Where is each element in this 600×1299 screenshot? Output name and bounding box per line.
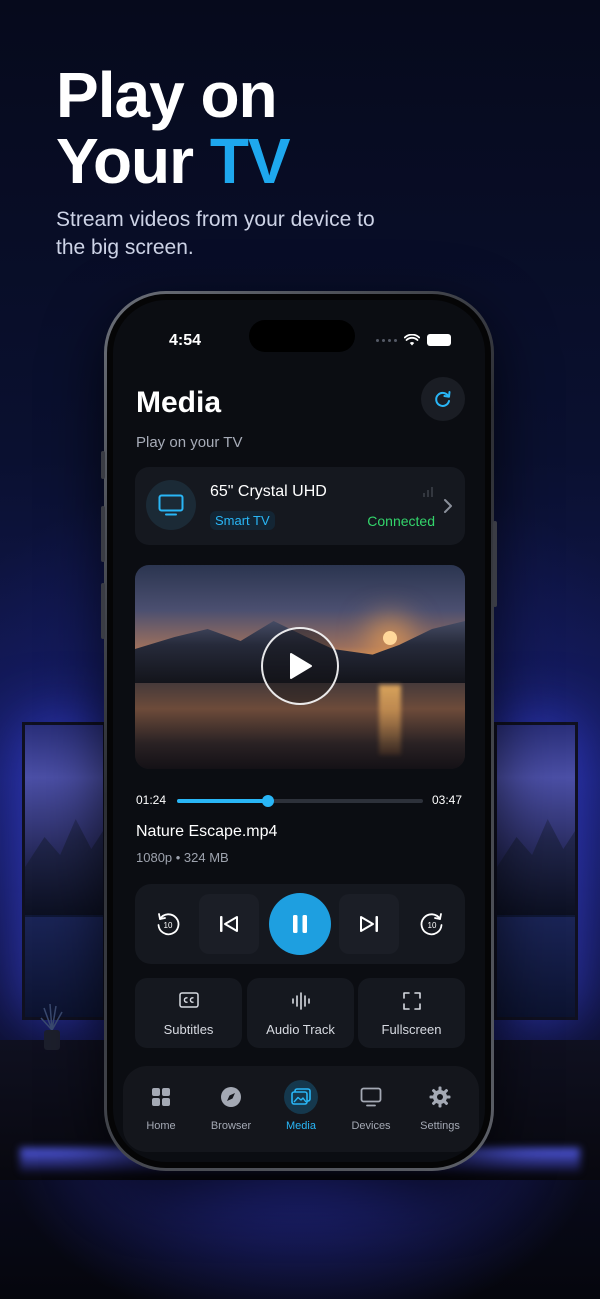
device-type-badge: Smart TV	[210, 511, 275, 530]
refresh-button[interactable]	[421, 377, 465, 421]
plant-icon	[40, 1003, 63, 1050]
pause-button[interactable]	[269, 893, 331, 955]
image-icon	[291, 1088, 311, 1105]
signal-bars-icon	[423, 487, 433, 497]
grid-icon	[152, 1088, 170, 1106]
monitor-icon	[360, 1087, 382, 1107]
rewind-10-button[interactable]: 10	[146, 902, 190, 946]
forward-10-button[interactable]: 10	[410, 902, 454, 946]
backdrop-tv-left	[22, 722, 106, 1020]
chevron-right-icon	[444, 499, 452, 513]
tab-home[interactable]: Home	[129, 1082, 193, 1132]
tv-icon	[158, 494, 184, 516]
compass-icon	[221, 1087, 241, 1107]
fullscreen-button[interactable]: Fullscreen	[358, 978, 465, 1048]
current-time: 01:24	[136, 793, 167, 807]
play-icon	[290, 653, 312, 679]
fullscreen-label: Fullscreen	[381, 1022, 442, 1037]
subtitles-label: Subtitles	[163, 1022, 214, 1037]
tab-settings[interactable]: Settings	[408, 1082, 472, 1132]
subtitles-button[interactable]: Subtitles	[135, 978, 242, 1048]
tab-settings-label: Settings	[420, 1120, 460, 1132]
device-icon-wrap	[146, 480, 196, 530]
battery-icon	[427, 334, 451, 346]
tab-devices-label: Devices	[351, 1120, 391, 1132]
dynamic-island	[249, 320, 355, 352]
refresh-icon	[435, 391, 451, 407]
hero-title: Play on Your TV	[56, 59, 291, 197]
tab-devices[interactable]: Devices	[339, 1082, 403, 1132]
audio-track-button[interactable]: Audio Track	[247, 978, 354, 1048]
backdrop-tv-right	[494, 722, 578, 1020]
total-time: 03:47	[431, 793, 462, 807]
forward-10-icon: 10	[420, 913, 443, 936]
progress-fill	[177, 799, 269, 803]
hero-title-accent: TV	[209, 125, 291, 197]
file-name: Nature Escape.mp4	[136, 823, 278, 840]
page-subtitle: Play on your TV	[136, 434, 243, 451]
fullscreen-icon	[402, 992, 421, 1010]
wifi-icon	[404, 334, 420, 346]
next-button[interactable]	[339, 894, 399, 954]
skip-next-icon	[360, 916, 378, 932]
cellular-dots-icon	[376, 338, 397, 342]
video-preview[interactable]	[135, 565, 465, 769]
progress-thumb[interactable]	[262, 795, 275, 807]
tab-browser-label: Browser	[210, 1120, 252, 1132]
tab-media[interactable]: Media	[269, 1080, 333, 1132]
audio-track-label: Audio Track	[266, 1022, 335, 1037]
tab-bar: Home Browser Media Devices Settings	[123, 1066, 479, 1152]
progress-slider[interactable]	[177, 795, 423, 807]
status-time: 4:54	[169, 332, 202, 349]
status-icons	[376, 334, 451, 346]
cc-icon	[178, 992, 199, 1008]
hero-title-plain: Your	[56, 125, 210, 197]
hero-title-line2: Your TV	[56, 125, 291, 197]
hero-title-line1: Play on	[56, 59, 278, 131]
tab-media-label: Media	[286, 1120, 316, 1132]
rewind-seconds-label: 10	[164, 921, 173, 930]
device-name: 65" Crystal UHD	[210, 483, 327, 500]
waveform-icon	[291, 992, 310, 1010]
tab-browser[interactable]: Browser	[199, 1082, 263, 1132]
gear-icon	[429, 1086, 451, 1108]
play-button[interactable]	[261, 627, 339, 705]
pause-icon	[293, 915, 307, 933]
device-status: Connected	[367, 513, 435, 529]
status-bar: 4:54	[113, 300, 485, 380]
hero-subtitle: Stream videos from your device to the bi…	[56, 208, 375, 259]
playback-controls: 10 10	[135, 884, 465, 964]
page-title: Media	[136, 386, 222, 419]
app-screen: 4:54 Media Play on your TV 65" Crystal U…	[107, 294, 491, 1168]
skip-previous-icon	[220, 916, 238, 932]
connected-device-card[interactable]: 65" Crystal UHD Smart TV Connected	[135, 467, 465, 545]
forward-seconds-label: 10	[428, 921, 437, 930]
file-meta: 1080p • 324 MB	[136, 850, 229, 865]
previous-button[interactable]	[199, 894, 259, 954]
phone-frame: 4:54 Media Play on your TV 65" Crystal U…	[101, 291, 497, 1171]
rewind-10-icon: 10	[157, 913, 180, 936]
tab-home-label: Home	[146, 1120, 176, 1132]
